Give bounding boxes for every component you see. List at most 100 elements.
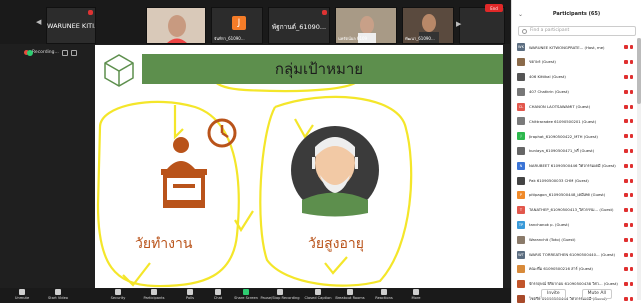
search-input[interactable]: Find a participant — [518, 26, 636, 36]
participant-row[interactable]: T TANATHEP_61090500413_วิศวกรรม... (Guest… — [512, 203, 636, 218]
status-icons — [624, 163, 633, 168]
invite-button[interactable]: Invite — [541, 289, 566, 299]
mic-muted-icon — [624, 134, 628, 139]
participant-name: 407 Chatkrin (Guest) — [529, 89, 569, 95]
stop-icon[interactable] — [70, 49, 77, 56]
pause-icon[interactable] — [61, 49, 68, 56]
chat-label: Chat — [213, 296, 223, 300]
thumb-name: WARUNEE KITI... — [47, 22, 95, 30]
status-icons — [624, 267, 633, 272]
participant-name: จักรกฤษณ์ พิริยากอบ 61090500438 วิศว... … — [529, 281, 618, 287]
participant-name: Jiraphat_61090500422_MTH (Guest) — [529, 133, 598, 139]
next-arrow-icon[interactable]: ▶ — [456, 20, 461, 28]
mute-all-button[interactable]: Mute All — [581, 289, 612, 299]
video-off-icon — [629, 222, 633, 227]
video-thumb[interactable] — [459, 7, 505, 44]
mic-muted-icon — [624, 119, 628, 124]
video-off-icon — [629, 252, 633, 257]
video-thumb[interactable] — [146, 7, 206, 44]
slide-title: กลุ่มเป้าหมาย — [274, 60, 364, 78]
participant-row[interactable]: ขยาพร (Guest) — [512, 55, 636, 70]
participant-name: WARUNEE KITWONGPRATE... (Host, me) — [529, 44, 605, 50]
unmute-label: Unmute — [14, 296, 30, 300]
breakout-rooms-label: Breakout Rooms — [335, 296, 365, 300]
participant-row[interactable]: WK WARUNEE KITWONGPRATE... (Host, me) — [512, 40, 636, 55]
participant-row[interactable]: Chittraradee 61090500201 (Guest) — [512, 114, 636, 129]
participant-row[interactable]: คณะที่ม 61090500216 สาร์ (Guest) — [512, 262, 636, 277]
participant-name: ขยาพร (Guest) — [529, 59, 556, 65]
start-video-icon — [55, 289, 61, 295]
end-button[interactable]: End — [485, 4, 503, 12]
avatar: T — [517, 206, 525, 215]
pause-stop-recording-icon — [277, 289, 283, 295]
scrollbar[interactable] — [637, 38, 641, 300]
mic-muted-icon — [624, 252, 628, 257]
security-button[interactable]: Security — [102, 289, 134, 300]
breakout-rooms-button[interactable]: Breakout Rooms — [334, 289, 366, 300]
avatar — [517, 87, 525, 96]
meeting-toolbar: Unmute Start Video Security Participants Pol… — [0, 288, 511, 303]
participant-row[interactable]: J Jiraphat_61090500422_MTH (Guest) — [512, 129, 636, 144]
participant-row[interactable]: Pak 61090500033 CHM (Guest) — [512, 173, 636, 188]
avatar: N — [517, 161, 525, 170]
share-screen-button[interactable]: Share Screen — [230, 289, 262, 300]
participant-name: Chittraradee 61090500201 (Guest) — [529, 118, 597, 124]
video-thumb[interactable]: J จันทิรา_61090... — [211, 7, 263, 44]
reactions-button[interactable]: Reactions — [368, 289, 400, 300]
participant-row[interactable]: Ppitipagon_61090500448_เคมีเทค (Guest) — [512, 188, 636, 203]
participant-row[interactable]: CL CHANON LAOTSAWAMIT (Guest) — [512, 99, 636, 114]
chat-icon — [215, 289, 221, 295]
start-video-button[interactable]: Start Video — [42, 289, 74, 300]
avatar — [517, 146, 525, 155]
video-off-icon — [629, 282, 633, 287]
unmute-button[interactable]: Unmute — [6, 289, 38, 300]
closed-caption-button[interactable]: Closed Caption — [302, 289, 334, 300]
slide-header: กลุ่มเป้าหมาย — [142, 54, 503, 84]
mic-muted-icon — [624, 148, 628, 153]
mic-muted-icon — [624, 74, 628, 79]
participants-button[interactable]: Participants — [138, 289, 170, 300]
video-off-icon — [629, 193, 633, 198]
video-off-icon — [629, 267, 633, 272]
mic-muted-icon — [624, 104, 628, 109]
video-off-icon — [629, 60, 633, 65]
mic-muted-icon — [88, 10, 93, 15]
video-thumb[interactable]: ทัฒนา_61090... — [402, 7, 454, 44]
mic-muted-icon — [624, 193, 628, 198]
label-elderly: วัยสูงอายุ — [308, 236, 364, 252]
participant-name: 406 Kittikal (Guest) — [529, 74, 566, 80]
worker-at-desk-icon — [161, 137, 207, 208]
panel-title: Participants (65) — [552, 11, 601, 17]
participants-icon — [151, 289, 157, 295]
participant-row[interactable]: 407 Chatkrin (Guest) — [512, 84, 636, 99]
more-button[interactable]: More — [400, 289, 432, 300]
security-icon — [115, 289, 121, 295]
status-icons — [624, 45, 633, 50]
pause-stop-recording-label: Pause/Stop Recording — [260, 296, 300, 300]
video-off-icon — [629, 104, 633, 109]
video-off-icon — [629, 134, 633, 139]
participant-row[interactable]: 406 Kittikal (Guest) — [512, 70, 636, 85]
video-off-icon — [629, 178, 633, 183]
video-thumb[interactable]: พัฐกานต์_61090... — [268, 7, 330, 44]
polls-label: Polls — [185, 296, 195, 300]
label-working-age: วัยทำงาน — [135, 236, 193, 252]
participant-row[interactable]: WT WARIS TORREATHEN 61090500440... (Guest… — [512, 247, 636, 262]
participant-row[interactable]: N NARUBEET 61090500446 วิศวกรรมเคมี (Gues… — [512, 158, 636, 173]
avatar — [517, 176, 525, 185]
video-thumb[interactable]: นพรัตน์ผล 6109 — [335, 7, 397, 44]
participant-row[interactable]: TP tanchanok p. (Guest) — [512, 218, 636, 233]
participant-row[interactable]: Waranchit (Toto) (Guest) — [512, 232, 636, 247]
avatar — [517, 117, 525, 126]
status-icons — [624, 252, 633, 257]
closed-caption-icon — [315, 289, 321, 295]
thumb-name: พัฐกานต์_61090... — [271, 23, 327, 31]
pause-stop-recording-button[interactable]: Pause/Stop Recording — [260, 289, 300, 300]
prev-arrow-icon[interactable]: ◀ — [36, 18, 41, 26]
video-thumb[interactable]: WARUNEE KITI... — [46, 7, 96, 44]
unmute-icon — [19, 289, 25, 295]
avatar — [517, 72, 525, 81]
participant-row[interactable]: kunlaya_61090500471_พรี่ (Guest) — [512, 144, 636, 159]
status-icons — [624, 222, 633, 227]
mic-muted-icon — [624, 60, 628, 65]
